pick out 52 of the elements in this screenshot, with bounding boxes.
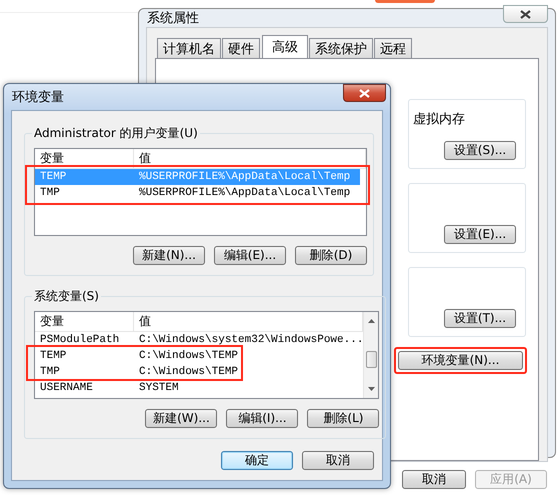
window-title: 环境变量 — [11, 89, 64, 106]
column-header[interactable]: 变量 — [35, 312, 134, 331]
tab[interactable]: 系统保护 — [309, 38, 373, 58]
group-title: 系统变量(S) — [33, 288, 100, 305]
new-button[interactable]: 新建(W)... — [145, 409, 218, 428]
section-label: 虚拟内存 — [413, 111, 465, 128]
delete-button[interactable]: 删除(L) — [307, 409, 380, 428]
variable-list[interactable]: 变量 值 TEMP %USERPROFILE%\AppData\Local\Temp TMP %USERPROFILE%\AppData\Local\Temp — [34, 148, 367, 236]
table-cell-text: TMP — [39, 187, 61, 199]
close-icon — [359, 88, 370, 98]
table-cell-text: SYSTEM — [138, 382, 180, 394]
tab[interactable]: 计算机名 — [157, 38, 221, 58]
table-cell-text: C:\Windows\TEMP — [138, 350, 240, 362]
close-button[interactable] — [343, 84, 386, 102]
new-button[interactable]: 新建(N)... — [133, 246, 205, 265]
down-arrow-icon[interactable] — [368, 387, 375, 391]
edit-button[interactable]: 编辑(I)... — [226, 409, 298, 428]
environment-variables-button[interactable]: 环境变量(N)... — [398, 351, 523, 370]
close-icon — [520, 10, 531, 18]
cancel-button[interactable]: 取消 — [302, 451, 374, 470]
scrollbar[interactable] — [363, 312, 378, 398]
variable-list[interactable]: 变量 值 PSModulePath C:\Windows\system32\WindowsPowe... TEMP C:\Windows\TEMP TMP C:\Windows\TEMP USERNAME SYSTEM — [34, 311, 380, 399]
settings-button[interactable]: 设置(S)... — [444, 141, 516, 160]
table-cell-text: %USERPROFILE%\AppData\Local\Temp — [138, 171, 352, 183]
up-arrow-icon[interactable] — [368, 319, 375, 323]
tab[interactable]: 远程 — [374, 38, 412, 58]
table-cell-text: C:\Windows\system32\WindowsPowe... — [138, 334, 364, 346]
scroll-thumb[interactable] — [366, 351, 377, 368]
ok-button[interactable]: 确定 — [221, 451, 293, 470]
column-header[interactable]: 变量 — [35, 149, 134, 168]
table-cell-text: %USERPROFILE%\AppData\Local\Temp — [138, 187, 352, 199]
close-button[interactable] — [503, 5, 548, 23]
table-cell-text: PSModulePath — [39, 334, 120, 346]
table-cell-text: USERNAME — [39, 382, 94, 394]
variable-row[interactable]: USERNAME SYSTEM — [35, 380, 364, 396]
group-title: Administrator 的用户变量(U) — [33, 125, 199, 142]
edit-button[interactable]: 编辑(E)... — [214, 246, 286, 265]
settings-button[interactable]: 设置(E)... — [444, 225, 516, 244]
variable-row[interactable]: PSModulePath C:\Windows\system32\WindowsPowe... — [35, 332, 364, 348]
table-cell-text: C:\Windows\TEMP — [138, 366, 240, 378]
tab[interactable]: 高级 — [262, 35, 308, 58]
variable-row[interactable]: TEMP C:\Windows\TEMP — [35, 348, 364, 364]
window-title: 系统属性 — [146, 10, 199, 27]
table-cell-text: TEMP — [39, 350, 68, 362]
column-header[interactable]: 值 — [134, 149, 366, 168]
settings-button[interactable]: 设置(T)... — [444, 309, 516, 328]
table-cell-text: TMP — [39, 366, 61, 378]
variable-row[interactable]: TMP %USERPROFILE%\AppData\Local\Temp — [35, 185, 366, 201]
delete-button[interactable]: 删除(D) — [295, 246, 367, 265]
table-cell-text: TEMP — [39, 171, 68, 183]
cancel-button[interactable]: 取消 — [402, 470, 466, 489]
tab[interactable]: 硬件 — [222, 38, 260, 58]
